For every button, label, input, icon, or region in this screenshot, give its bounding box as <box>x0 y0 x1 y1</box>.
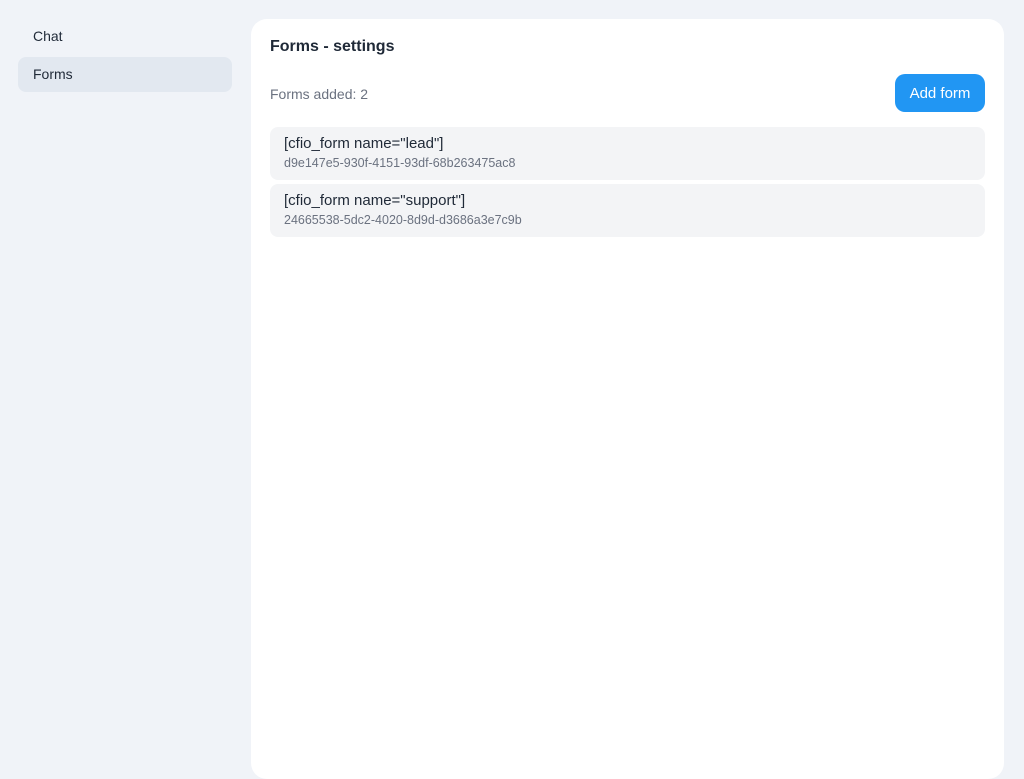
form-shortcode: [cfio_form name="lead"] <box>284 135 444 152</box>
sidebar-item-forms[interactable]: Forms <box>18 57 232 92</box>
form-list-item[interactable]: [cfio_form name="lead"] d9e147e5-930f-41… <box>270 127 985 180</box>
page-title: Forms - settings <box>270 38 395 55</box>
form-id: 24665538-5dc2-4020-8d9d-d3686a3e7c9b <box>284 213 522 227</box>
sidebar-item-chat[interactable]: Chat <box>18 19 232 54</box>
add-form-button[interactable]: Add form <box>895 74 985 112</box>
forms-count: Forms added: 2 <box>270 86 369 102</box>
forms-list: [cfio_form name="lead"] d9e147e5-930f-41… <box>270 127 985 241</box>
form-list-item[interactable]: [cfio_form name="support"] 24665538-5dc2… <box>270 184 985 237</box>
main-panel: Forms - settings Forms added: 2 Add form… <box>251 19 1004 779</box>
form-shortcode: [cfio_form name="support"] <box>284 192 466 209</box>
sidebar: Chat Forms <box>18 19 232 95</box>
form-id: d9e147e5-930f-4151-93df-68b263475ac8 <box>284 156 516 170</box>
